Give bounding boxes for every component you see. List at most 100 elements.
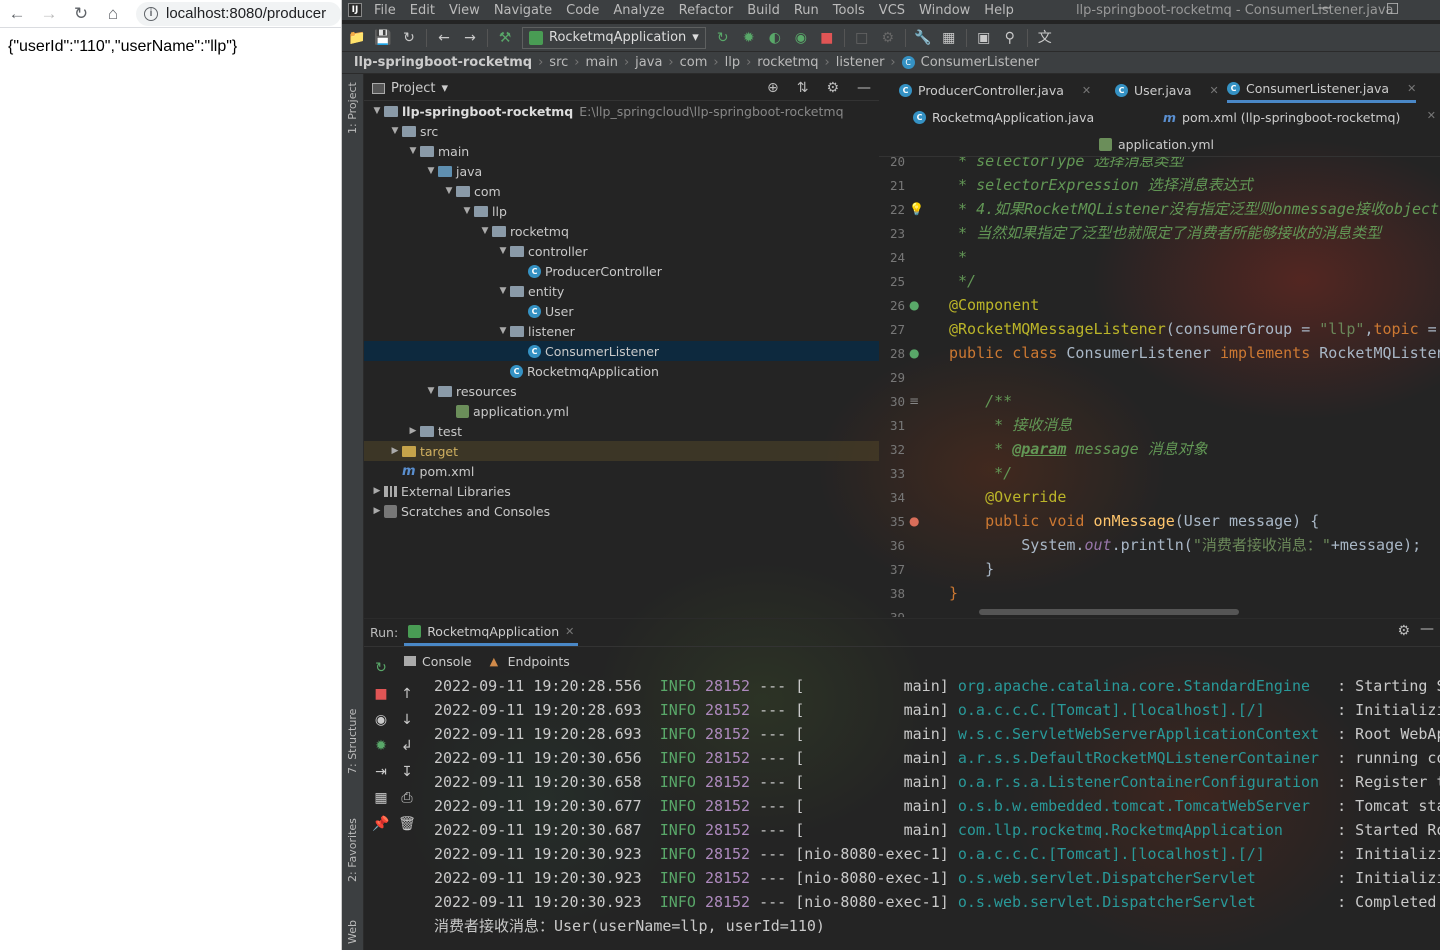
run-tab-rocketmq-application[interactable]: RocketmqApplication ✕	[404, 620, 579, 646]
expanded-arrow-icon[interactable]: ▼	[424, 386, 438, 396]
coverage-icon[interactable]: ◐	[766, 29, 784, 47]
spring-bean-icon[interactable]: ●	[909, 298, 919, 312]
close-icon[interactable]: ✕	[565, 625, 574, 638]
expanded-arrow-icon[interactable]: ▼	[496, 246, 510, 256]
reload-icon[interactable]: ↻	[72, 4, 90, 23]
tree-item-src[interactable]: ▼ src	[364, 121, 879, 141]
breadcrumb-item[interactable]: java	[635, 55, 662, 70]
tree-item-scratches-and-consoles[interactable]: ▶ Scratches and Consoles	[364, 501, 879, 521]
navigate-forward-icon[interactable]: →	[461, 29, 479, 47]
tab-user-java[interactable]: C User.java ✕	[1115, 77, 1219, 103]
breadcrumb-item[interactable]: main	[585, 55, 617, 70]
breadcrumb-item[interactable]: llp-springboot-rocketmq	[354, 55, 532, 70]
url-text[interactable]: localhost:8080/producer	[166, 5, 326, 22]
home-icon[interactable]: ⌂	[104, 4, 122, 23]
gear-icon[interactable]: ⚙	[826, 80, 839, 96]
tab-pom-xml-llp-springboot-rocketmq-[interactable]: m pom.xml (llp-springboot-rocketmq)	[1163, 104, 1400, 130]
tree-item-consumerlistener[interactable]: C ConsumerListener	[364, 341, 879, 361]
override-method-icon[interactable]: ●	[909, 514, 919, 528]
close-icon[interactable]: ✕	[1082, 84, 1091, 97]
menu-analyze[interactable]: Analyze	[613, 3, 664, 18]
menu-refactor[interactable]: Refactor	[679, 3, 734, 18]
collapsed-arrow-icon[interactable]: ▶	[370, 486, 384, 496]
close-icon[interactable]: ✕	[1427, 109, 1436, 122]
expanded-arrow-icon[interactable]: ▼	[424, 166, 438, 176]
javadoc-icon[interactable]: ≡	[909, 394, 919, 408]
camera-icon[interactable]: ◉	[372, 707, 390, 733]
wrench-settings-icon[interactable]: 🔧	[914, 29, 932, 47]
menu-tools[interactable]: Tools	[833, 3, 865, 18]
spring-bean-icon[interactable]: ●	[909, 346, 919, 360]
menu-file[interactable]: File	[374, 3, 396, 18]
layout-icon[interactable]: ▦	[372, 785, 390, 811]
breadcrumb-item[interactable]: ConsumerListener	[921, 55, 1040, 70]
info-icon[interactable]: i	[144, 6, 158, 21]
debug-icon[interactable]: ✹	[372, 733, 390, 759]
search-icon[interactable]: ⚲	[1001, 29, 1019, 47]
address-bar[interactable]: i localhost:8080/producer	[136, 1, 341, 26]
tab-rocketmqapplication-java[interactable]: C RocketmqApplication.java	[913, 104, 1094, 130]
code-area[interactable]: * selectorType 选择消息类型 * selectorExpressi…	[949, 157, 1440, 617]
run-configuration-select[interactable]: RocketmqApplication ▾	[522, 26, 706, 49]
tab-console[interactable]: Console	[404, 654, 472, 669]
tree-item-target[interactable]: ▶ target	[364, 441, 879, 461]
profile-icon[interactable]: ◉	[792, 29, 810, 47]
menu-vcs[interactable]: VCS	[879, 3, 905, 18]
hide-panel-icon[interactable]: —	[1420, 621, 1434, 637]
menu-build[interactable]: Build	[747, 3, 780, 18]
collapsed-arrow-icon[interactable]: ▶	[388, 446, 402, 456]
forward-icon[interactable]: →	[40, 4, 58, 23]
tab-consumerlistener-java[interactable]: C ConsumerListener.java ✕	[1227, 77, 1417, 103]
code-editor[interactable]: 20 21 22 23 24 25 26 27 28 29 30 31 32 33 34 35 36 37 38 39…	[879, 157, 1440, 617]
menu-window[interactable]: Window	[919, 3, 970, 18]
gear-icon[interactable]: ⚙	[1397, 623, 1410, 639]
tree-item-rocketmq[interactable]: ▼ rocketmq	[364, 221, 879, 241]
navigate-back-icon[interactable]: ←	[435, 29, 453, 47]
tree-item-listener[interactable]: ▼ listener	[364, 321, 879, 341]
open-folder-icon[interactable]: 📁	[348, 29, 366, 47]
tree-item-application-yml[interactable]: application.yml	[364, 401, 879, 421]
save-all-icon[interactable]: 💾	[374, 29, 392, 47]
debug-bug-icon[interactable]: ✹	[740, 29, 758, 47]
tree-item-test[interactable]: ▶ test	[364, 421, 879, 441]
tab-endpoints[interactable]: ▲ Endpoints	[490, 654, 570, 669]
trash-icon[interactable]: 🗑	[398, 811, 416, 837]
favorites-tool-tab[interactable]: 2: Favorites	[346, 818, 359, 882]
tree-item-resources[interactable]: ▼ resources	[364, 381, 879, 401]
breadcrumb-item[interactable]: llp	[725, 55, 740, 70]
expanded-arrow-icon[interactable]: ▼	[496, 286, 510, 296]
hide-panel-icon[interactable]: —	[857, 80, 871, 96]
pin-icon[interactable]: 📌	[372, 811, 390, 837]
exit-icon[interactable]: ⇥	[372, 759, 390, 785]
menu-run[interactable]: Run	[794, 3, 819, 18]
arrow-up-icon[interactable]: ↑	[398, 681, 416, 707]
update-icon[interactable]: ⚙	[879, 29, 897, 47]
tab-application-yml[interactable]: application.yml	[1099, 131, 1214, 157]
structure-tool-tab[interactable]: 7: Structure	[346, 709, 359, 774]
chevron-down-icon[interactable]: ▾	[441, 81, 448, 96]
menu-help[interactable]: Help	[984, 3, 1014, 18]
translate-icon[interactable]: 文	[1036, 29, 1054, 47]
tree-item-producercontroller[interactable]: C ProducerController	[364, 261, 879, 281]
project-view-select[interactable]: Project	[391, 81, 435, 96]
collapse-all-icon[interactable]: ⇅	[797, 80, 809, 96]
scroll-to-end-icon[interactable]: ↧	[398, 759, 416, 785]
project-structure-icon[interactable]: ▦	[940, 29, 958, 47]
tree-item-external-libraries[interactable]: ▶ External Libraries	[364, 481, 879, 501]
tree-item-llp-springboot-rocketmq[interactable]: ▼ llp-springboot-rocketmq E:\llp_springclo…	[364, 101, 879, 121]
stop-icon[interactable]: ■	[818, 29, 836, 47]
menu-edit[interactable]: Edit	[410, 3, 435, 18]
presentation-icon[interactable]: ▣	[975, 29, 993, 47]
back-icon[interactable]: ←	[8, 4, 26, 23]
print-icon[interactable]: ⎙	[398, 785, 416, 811]
expanded-arrow-icon[interactable]: ▼	[388, 126, 402, 136]
breadcrumb-item[interactable]: com	[680, 55, 708, 70]
expanded-arrow-icon[interactable]: ▼	[460, 206, 474, 216]
project-tool-tab[interactable]: 1: Project	[346, 82, 359, 134]
tree-item-controller[interactable]: ▼ controller	[364, 241, 879, 261]
menu-code[interactable]: Code	[566, 3, 599, 18]
breadcrumb-item[interactable]: src	[549, 55, 568, 70]
close-icon[interactable]: ✕	[1210, 84, 1219, 97]
menu-view[interactable]: View	[449, 3, 480, 18]
close-icon[interactable]: ✕	[1407, 82, 1416, 95]
